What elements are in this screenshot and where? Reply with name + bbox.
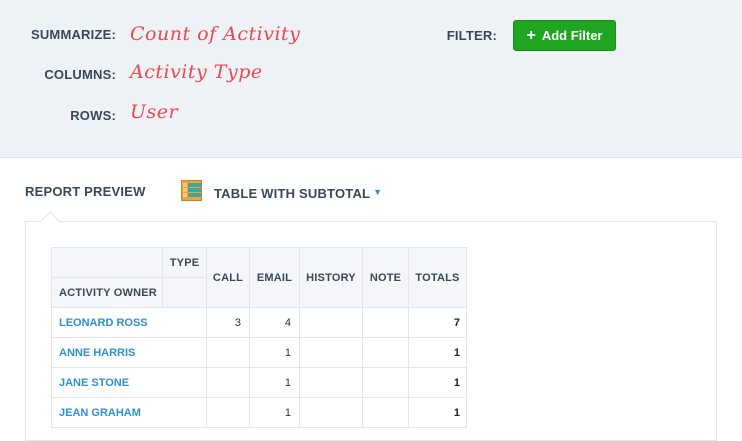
plus-icon: +	[526, 26, 536, 44]
report-table: TYPE CALL EMAIL HISTORY NOTE TOTALS ACTI…	[51, 247, 467, 428]
cell-email: 4	[249, 307, 300, 338]
col-header-call[interactable]: CALL	[206, 247, 250, 308]
columns-value[interactable]: Activity Type	[130, 61, 263, 83]
rows-value[interactable]: User	[130, 101, 178, 123]
cell-email: 1	[249, 397, 300, 428]
view-type-label: TABLE WITH SUBTOTAL	[214, 185, 371, 201]
col-header-history[interactable]: HISTORY	[299, 247, 363, 308]
cell-call: 3	[206, 307, 250, 338]
report-config-panel: SUMMARIZE: Count of Activity COLUMNS: Ac…	[0, 0, 742, 158]
columns-label: COLUMNS:	[44, 67, 116, 82]
add-filter-label: Add Filter	[541, 28, 603, 43]
cell-note	[362, 337, 409, 368]
cell-email: 1	[249, 337, 300, 368]
cell-total: 1	[408, 397, 467, 428]
cell-call	[206, 337, 250, 368]
col-header-note[interactable]: NOTE	[362, 247, 409, 308]
table-row: LEONARD ROSS 3 4 7	[51, 307, 467, 338]
owner-header[interactable]: ACTIVITY OWNER	[51, 277, 163, 308]
cell-history	[299, 397, 363, 428]
owner-name[interactable]: ANNE HARRIS	[51, 337, 207, 368]
cell-note	[362, 397, 409, 428]
table-row: ANNE HARRIS 1 1	[51, 337, 467, 368]
cell-total: 7	[408, 307, 467, 338]
cell-total: 1	[408, 337, 467, 368]
add-filter-button[interactable]: + Add Filter	[513, 20, 616, 51]
view-type-dropdown[interactable]: TABLE WITH SUBTOTAL ▼	[181, 180, 382, 206]
table-row: JANE STONE 1 1	[51, 367, 467, 398]
empty-header-cell	[51, 247, 163, 278]
filter-label: FILTER:	[446, 28, 497, 43]
owner-name[interactable]: LEONARD ROSS	[51, 307, 207, 338]
cell-history	[299, 337, 363, 368]
report-preview-label: REPORT PREVIEW	[25, 184, 146, 199]
owner-name[interactable]: JEAN GRAHAM	[51, 397, 207, 428]
cell-call	[206, 397, 250, 428]
owner-name[interactable]: JANE STONE	[51, 367, 207, 398]
cell-total: 1	[408, 367, 467, 398]
cell-note	[362, 367, 409, 398]
summarize-value[interactable]: Count of Activity	[130, 23, 300, 45]
cell-history	[299, 367, 363, 398]
rows-label: ROWS:	[70, 108, 116, 123]
empty-type-cell	[162, 277, 207, 308]
col-header-totals[interactable]: TOTALS	[408, 247, 467, 308]
cell-email: 1	[249, 367, 300, 398]
type-header: TYPE	[162, 247, 207, 278]
cell-note	[362, 307, 409, 338]
summarize-label: SUMMARIZE:	[30, 27, 116, 42]
cell-call	[206, 367, 250, 398]
table-subtotal-icon	[181, 180, 202, 206]
table-row: JEAN GRAHAM 1 1	[51, 397, 467, 428]
cell-history	[299, 307, 363, 338]
col-header-email[interactable]: EMAIL	[249, 247, 300, 308]
caret-down-icon: ▼	[373, 186, 383, 197]
